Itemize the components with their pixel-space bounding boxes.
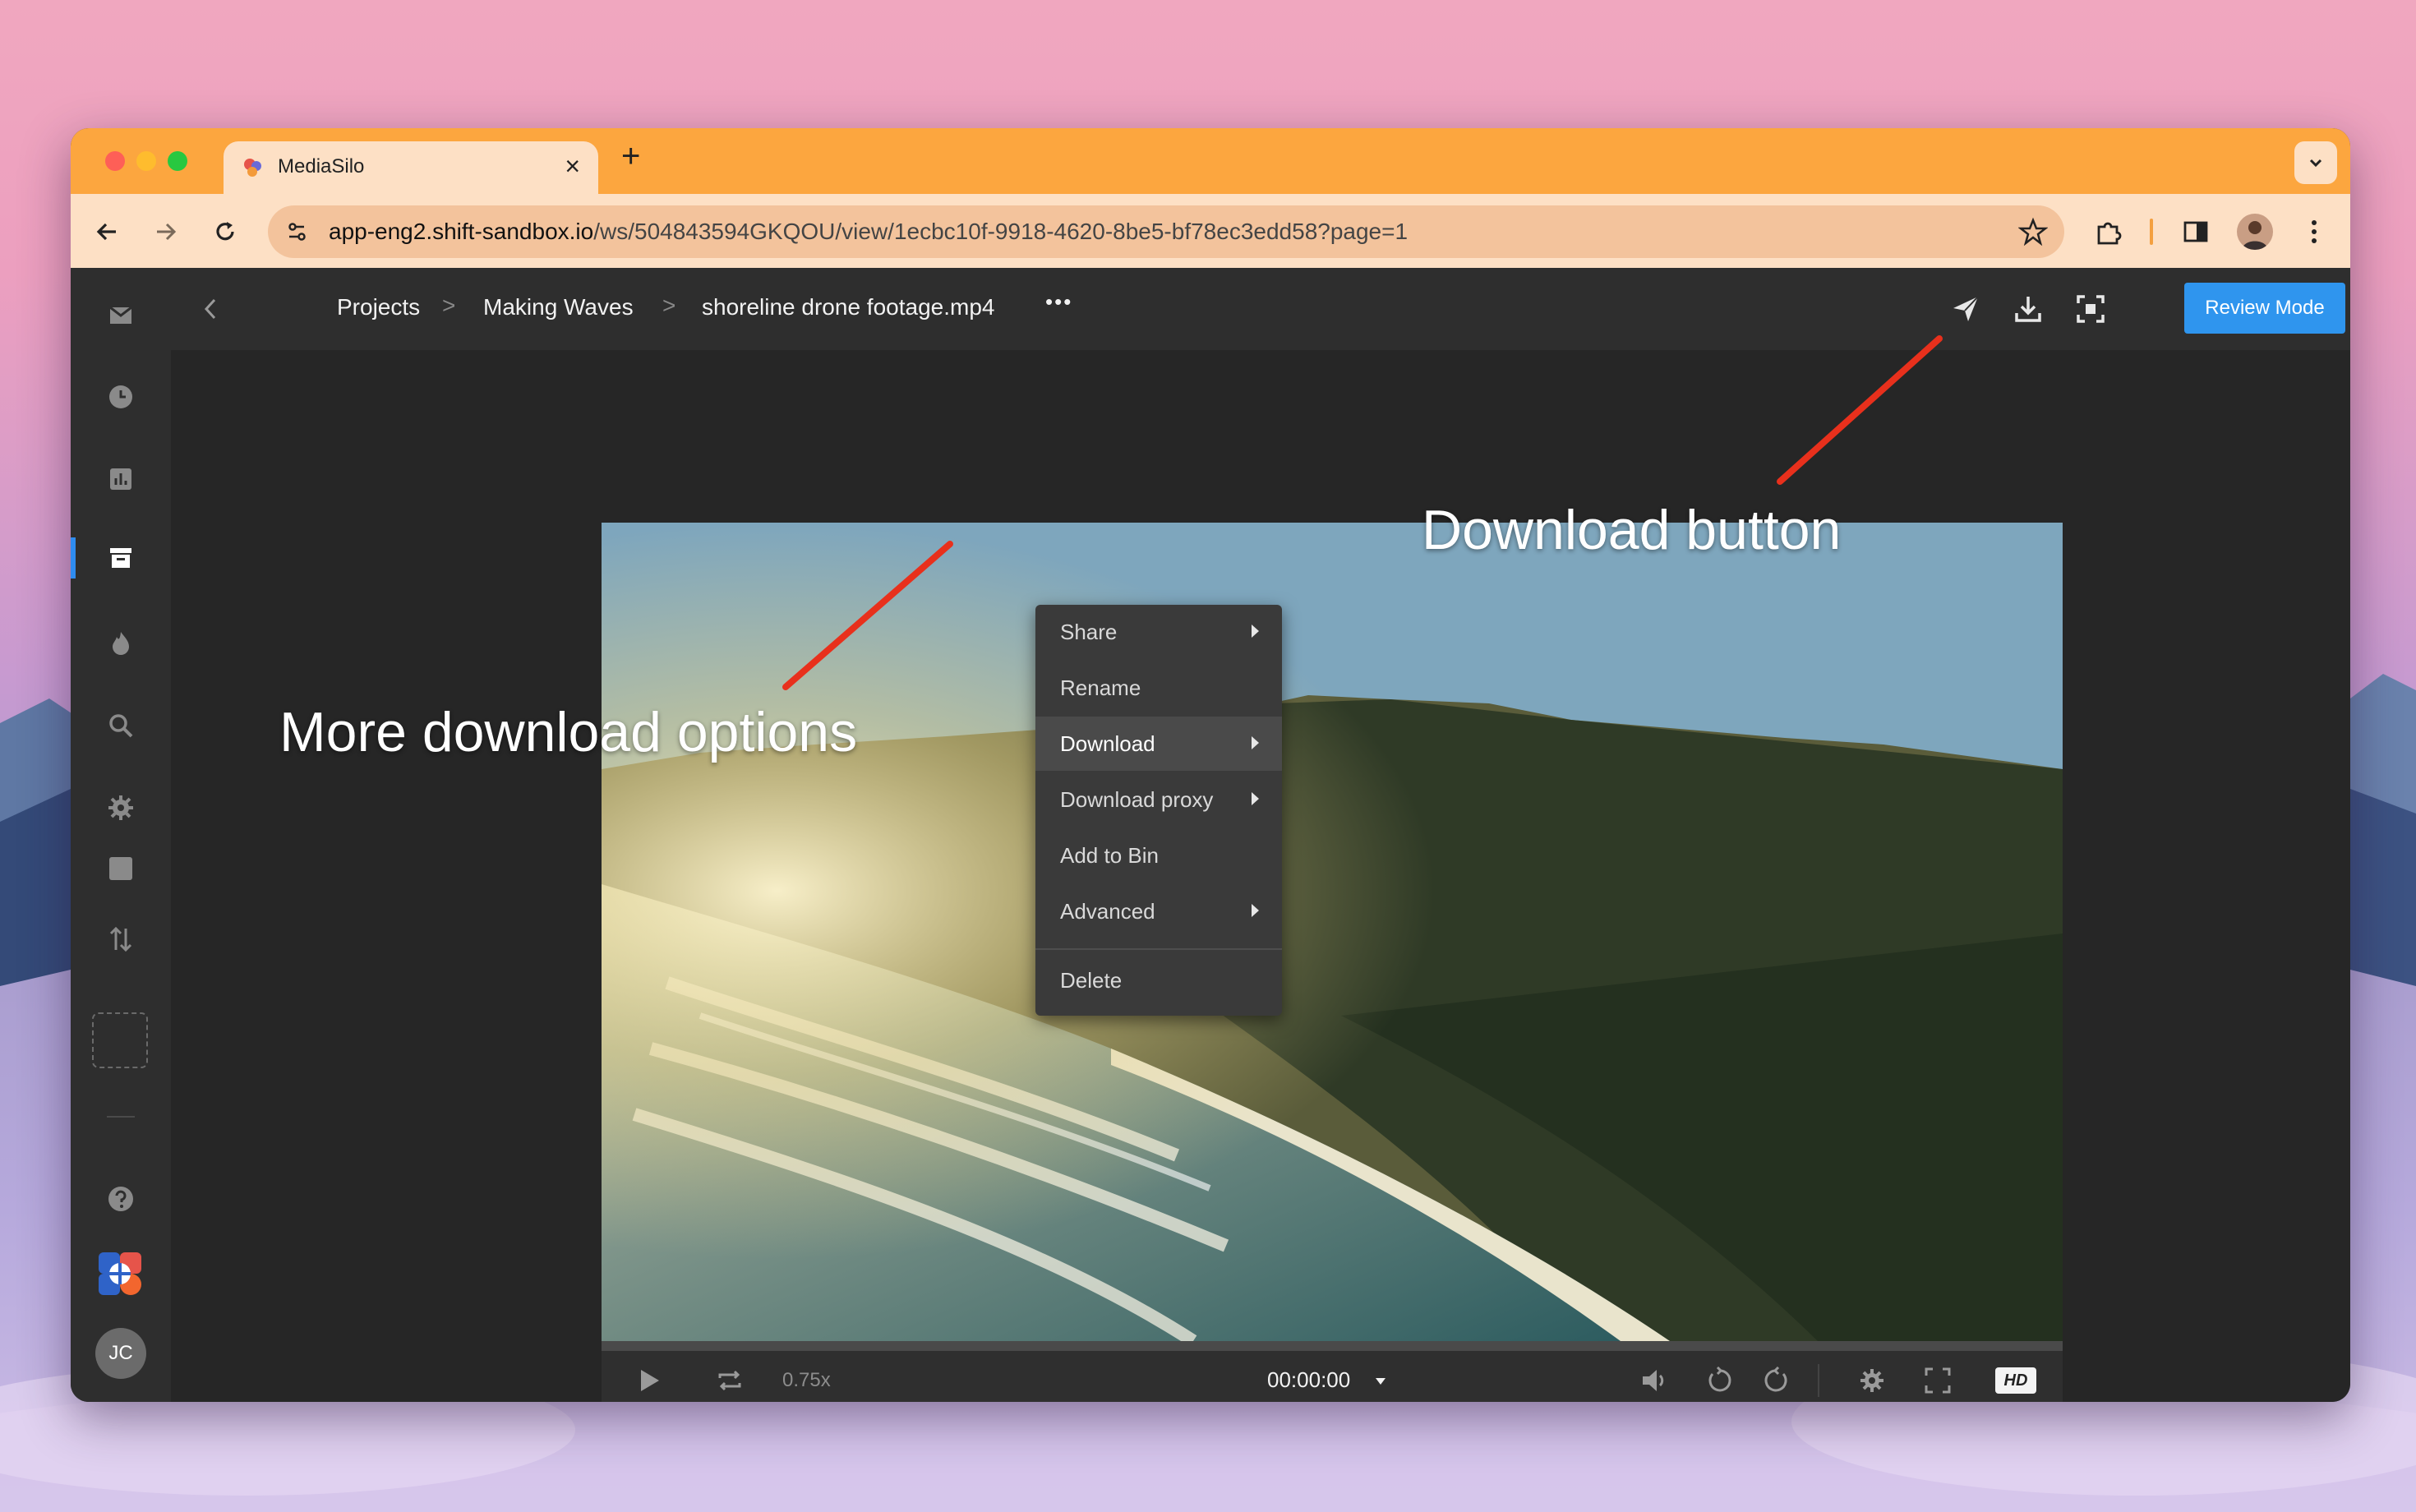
annotation-arrows <box>782 335 1943 690</box>
annotation-more-download-options: More download options <box>279 701 858 763</box>
annotation-arrow-download-button <box>1777 335 1943 485</box>
annotation-download-button: Download button <box>1422 499 1842 561</box>
annotation-arrow-more-options <box>782 541 953 690</box>
browser-window: MediaSilo × + app-eng2.shift-sandbox.io/… <box>71 128 2350 1402</box>
